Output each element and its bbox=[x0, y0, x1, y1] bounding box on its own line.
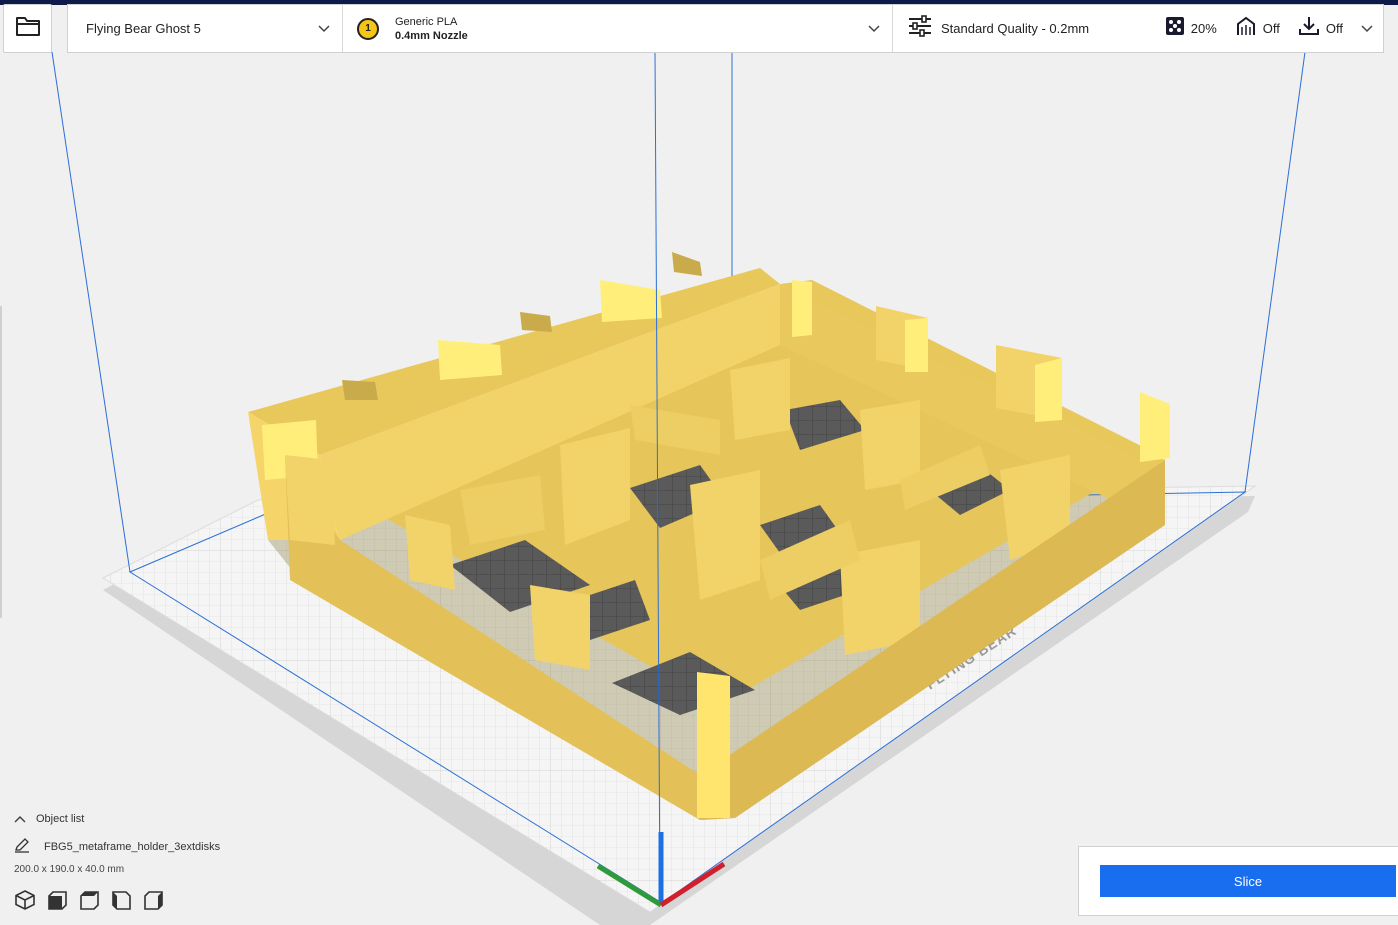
object-list-panel: Object list FBG5_metaframe_holder_3extdi… bbox=[14, 810, 334, 911]
pencil-icon[interactable] bbox=[14, 837, 30, 858]
3d-viewport[interactable]: FLYING BEAR bbox=[0, 0, 1398, 925]
left-panel-edge bbox=[0, 306, 2, 618]
chevron-down-icon bbox=[868, 20, 880, 38]
top-toolbar: Flying Bear Ghost 5 1 Generic PLA 0.4mm … bbox=[67, 4, 1384, 53]
print-settings-selector[interactable]: Standard Quality - 0.2mm 20% Off Off bbox=[893, 5, 1383, 52]
sliders-icon bbox=[907, 15, 933, 42]
view-front-icon[interactable] bbox=[46, 889, 68, 911]
nozzle-size: 0.4mm Nozzle bbox=[395, 29, 468, 42]
view-3d-icon[interactable] bbox=[14, 889, 36, 911]
action-panel: Slice bbox=[1078, 846, 1398, 916]
infill-value: 20% bbox=[1190, 21, 1217, 36]
material-selector[interactable]: 1 Generic PLA 0.4mm Nozzle bbox=[343, 5, 893, 52]
chevron-down-icon bbox=[318, 20, 330, 38]
object-list-item[interactable]: FBG5_metaframe_holder_3extdisks bbox=[14, 837, 334, 858]
camera-view-buttons bbox=[14, 889, 334, 911]
folder-icon bbox=[15, 15, 41, 42]
material-name: Generic PLA bbox=[395, 15, 458, 28]
object-list-label: Object list bbox=[36, 813, 85, 825]
printer-name: Flying Bear Ghost 5 bbox=[86, 21, 201, 36]
object-dimensions: 200.0 x 190.0 x 40.0 mm bbox=[14, 864, 125, 875]
infill-icon bbox=[1165, 16, 1185, 41]
chevron-down-icon bbox=[1361, 20, 1373, 38]
printer-selector[interactable]: Flying Bear Ghost 5 bbox=[68, 5, 343, 52]
object-list-toggle[interactable]: Object list bbox=[14, 810, 334, 828]
support-value: Off bbox=[1262, 21, 1280, 36]
extruder-badge: 1 bbox=[357, 17, 379, 40]
quality-profile: Standard Quality - 0.2mm bbox=[941, 21, 1090, 36]
object-name: FBG5_metaframe_holder_3extdisks bbox=[44, 841, 221, 853]
view-top-icon[interactable] bbox=[78, 889, 100, 911]
adhesion-value: Off bbox=[1325, 21, 1343, 36]
open-file-button[interactable] bbox=[3, 4, 52, 53]
slice-button[interactable]: Slice bbox=[1100, 865, 1396, 897]
view-left-icon[interactable] bbox=[110, 889, 132, 911]
chevron-up-icon bbox=[14, 810, 26, 828]
adhesion-icon bbox=[1298, 15, 1320, 42]
view-right-icon[interactable] bbox=[142, 889, 164, 911]
support-icon bbox=[1235, 15, 1257, 42]
